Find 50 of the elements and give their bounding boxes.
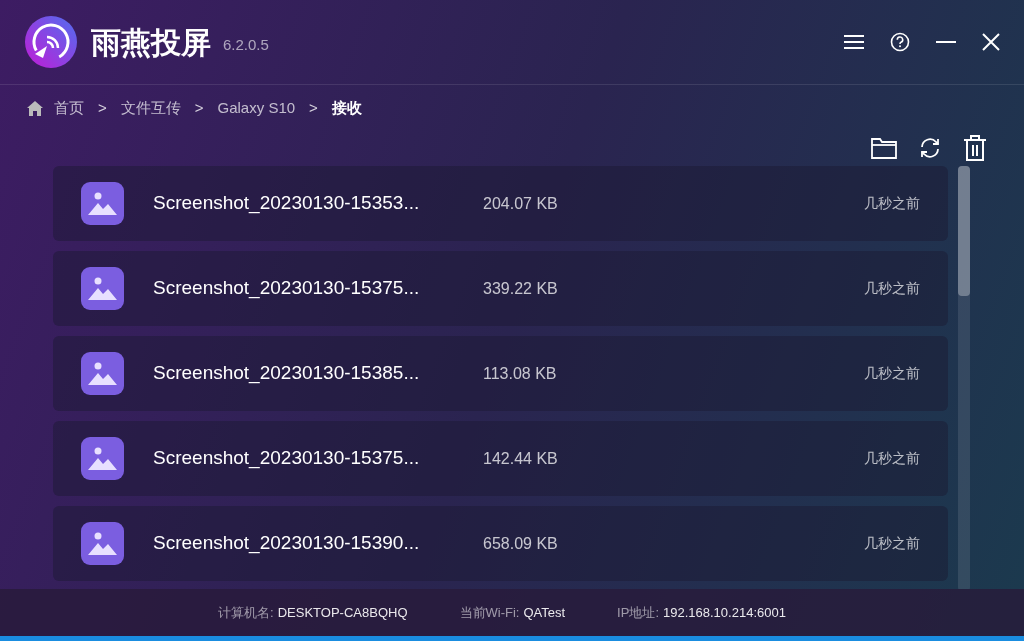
- file-row[interactable]: Screenshot_20230130-15385... 113.08 KB 几秒之前: [53, 336, 948, 411]
- app-title: 雨燕投屏: [91, 23, 211, 62]
- file-size: 658.09 KB: [483, 533, 558, 554]
- breadcrumb-link[interactable]: Galaxy S10: [217, 96, 296, 120]
- breadcrumb-link[interactable]: 文件互传: [120, 96, 181, 120]
- file-size: 204.07 KB: [483, 193, 558, 214]
- scrollbar-thumb[interactable]: [958, 166, 970, 296]
- image-file-icon: [81, 182, 124, 225]
- file-name: Screenshot_20230130-15375...: [153, 276, 421, 301]
- status-value: 192.168.10.214:6001: [663, 603, 786, 622]
- help-icon[interactable]: [890, 32, 910, 52]
- status-value: QATest: [523, 603, 566, 622]
- minimize-icon[interactable]: [936, 40, 956, 44]
- breadcrumb-link[interactable]: 接收: [331, 96, 362, 120]
- folder-icon[interactable]: [871, 137, 897, 159]
- close-icon[interactable]: [982, 33, 1000, 51]
- file-name: Screenshot_20230130-15375...: [153, 446, 421, 471]
- trash-icon[interactable]: [963, 135, 987, 161]
- breadcrumb-separator: >: [309, 97, 318, 118]
- file-time: 几秒之前: [864, 449, 920, 468]
- image-file-icon: [81, 267, 124, 310]
- image-file-icon: [81, 437, 124, 480]
- file-time: 几秒之前: [864, 194, 920, 213]
- home-icon[interactable]: [27, 100, 43, 116]
- status-label: 计算机名:: [218, 603, 274, 622]
- breadcrumb-link[interactable]: 首页: [54, 96, 84, 120]
- status-label: 当前Wi-Fi:: [459, 603, 520, 622]
- file-row[interactable]: Screenshot_20230130-15353... 204.07 KB 几秒之前: [53, 166, 948, 241]
- file-size: 339.22 KB: [483, 278, 558, 299]
- file-size: 113.08 KB: [483, 363, 557, 384]
- file-time: 几秒之前: [864, 279, 920, 298]
- refresh-icon[interactable]: [919, 137, 941, 159]
- file-row[interactable]: Screenshot_20230130-15375... 142.44 KB 几秒之前: [53, 421, 948, 496]
- status-value: DESKTOP-CA8BQHQ: [277, 603, 408, 622]
- app-logo-icon: [25, 16, 77, 68]
- image-file-icon: [81, 522, 124, 565]
- image-file-icon: [81, 352, 124, 395]
- file-row[interactable]: Screenshot_20230130-15375... 339.22 KB 几秒之前: [53, 251, 948, 326]
- file-time: 几秒之前: [864, 364, 920, 383]
- file-time: 几秒之前: [864, 534, 920, 553]
- menu-icon[interactable]: [844, 34, 864, 50]
- breadcrumb-separator: >: [194, 97, 204, 118]
- file-size: 142.44 KB: [483, 448, 558, 469]
- file-name: Screenshot_20230130-15353...: [153, 191, 421, 216]
- file-row[interactable]: Screenshot_20230130-15390... 658.09 KB 几秒之前: [53, 506, 948, 581]
- file-name: Screenshot_20230130-15390...: [153, 531, 421, 556]
- app-version: 6.2.0.5: [223, 34, 269, 55]
- breadcrumb-separator: >: [98, 97, 107, 118]
- status-label: IP地址:: [617, 603, 659, 622]
- file-name: Screenshot_20230130-15385...: [153, 361, 421, 386]
